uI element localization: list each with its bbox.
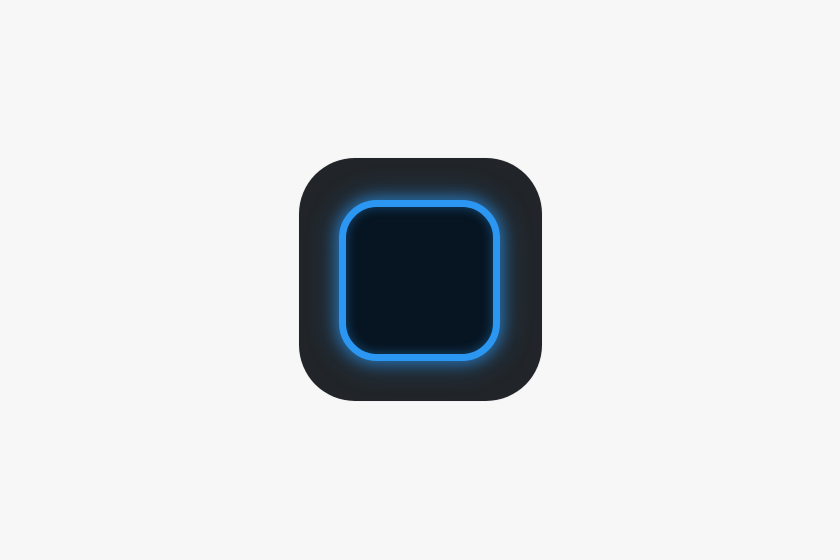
app-icon[interactable] xyxy=(299,158,542,401)
widget-square-icon xyxy=(339,200,500,361)
icon-preview-canvas xyxy=(0,0,840,560)
